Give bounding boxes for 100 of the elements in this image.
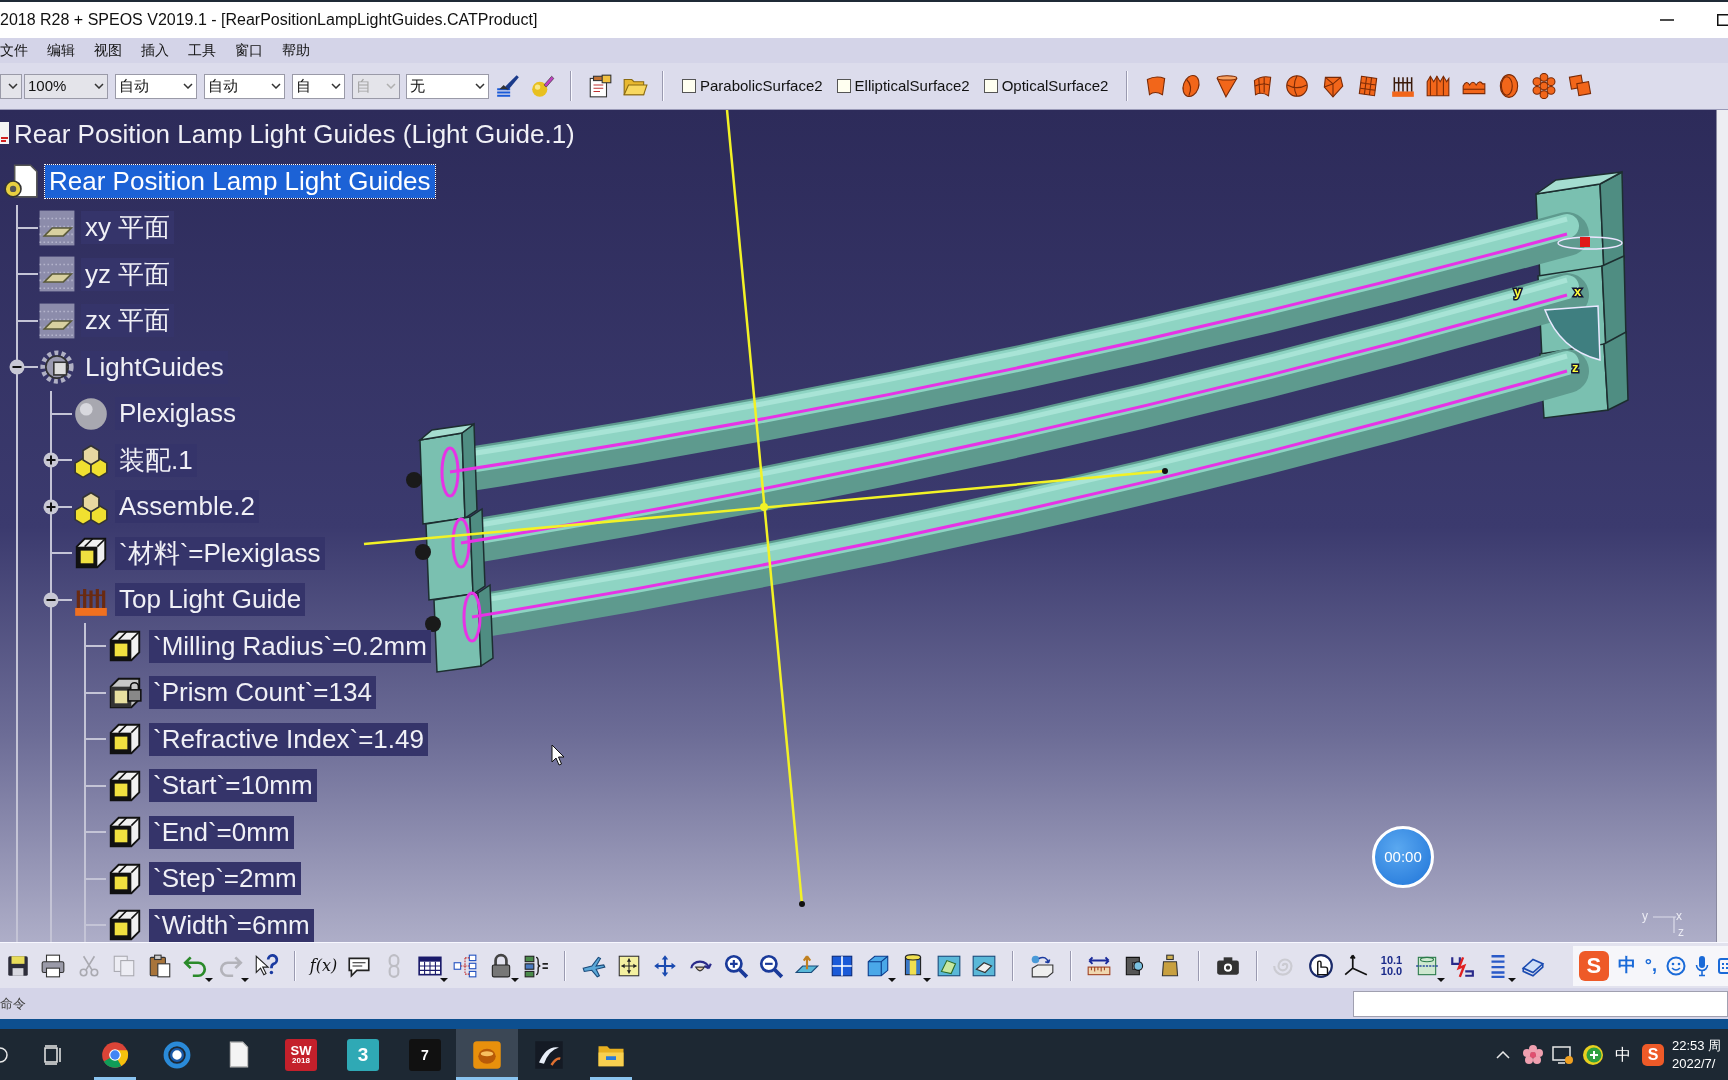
dropdown-field[interactable]: 无 xyxy=(406,73,489,99)
formula-button[interactable]: f(x) xyxy=(309,953,338,978)
profile-ellipse xyxy=(462,591,482,643)
overlapping-squares-icon[interactable] xyxy=(1566,73,1593,99)
taskbar-button[interactable]: SW 2018 xyxy=(270,1029,332,1080)
ring-app-icon xyxy=(163,1040,191,1069)
dropdown-field[interactable] xyxy=(0,73,22,99)
dropdown-caret-icon[interactable] xyxy=(475,83,485,89)
zoom-in-icon[interactable] xyxy=(722,952,749,979)
dropdown-field[interactable]: 自 xyxy=(292,73,345,99)
dropdown-caret-icon[interactable] xyxy=(94,83,104,89)
menu-item[interactable]: 工具 xyxy=(188,40,216,61)
smiley-icon[interactable] xyxy=(1666,955,1686,976)
3d-viewport[interactable] xyxy=(0,110,1716,942)
tree-item[interactable]: zx 平面 xyxy=(81,304,175,338)
punctuation-button[interactable]: °, xyxy=(1644,952,1657,979)
mouse-cursor-icon xyxy=(551,744,565,766)
dropdown-field[interactable]: 自动 xyxy=(115,73,197,99)
flower-icon[interactable] xyxy=(1523,1044,1543,1065)
checkbox-label[interactable]: EllipticalSurface2 xyxy=(854,74,970,98)
plane-icon[interactable] xyxy=(38,301,76,340)
ime-mode-button[interactable]: 中 xyxy=(1617,952,1636,979)
zoom-out-icon[interactable] xyxy=(758,952,785,979)
tree-toggle[interactable] xyxy=(43,498,59,515)
tree-item[interactable]: `Start`=10mm xyxy=(149,769,317,803)
tree-item[interactable]: `Refractive Index`=1.49 xyxy=(149,722,428,756)
checkbox-label[interactable]: ParabolicSurface2 xyxy=(700,74,823,98)
command-field[interactable] xyxy=(1353,990,1728,1017)
hand-circle-icon[interactable] xyxy=(1307,952,1334,979)
app-tile: SW 2018 xyxy=(285,1038,317,1071)
task-view-icon[interactable] xyxy=(43,1044,63,1065)
document-icon xyxy=(229,1041,249,1068)
tree-item[interactable]: `Step`=2mm xyxy=(149,862,301,896)
tree-item[interactable]: `End`=0mm xyxy=(149,815,294,849)
ridges-icon[interactable] xyxy=(1425,73,1452,99)
printer-icon[interactable] xyxy=(40,952,67,979)
checkbox-label[interactable]: OpticalSurface2 xyxy=(1001,74,1109,98)
axis-label: x xyxy=(1676,910,1682,922)
dropdown-caret-icon[interactable] xyxy=(923,977,931,982)
monitor-icon[interactable] xyxy=(1552,1044,1574,1065)
dropdown-caret-icon[interactable] xyxy=(887,977,896,982)
maximize-icon[interactable] xyxy=(1717,14,1728,26)
menu-item[interactable]: 文件 xyxy=(0,40,28,61)
menu-item[interactable]: 窗口 xyxy=(235,40,263,61)
menu-item[interactable]: 帮助 xyxy=(282,40,310,61)
dropdown-caret-icon[interactable] xyxy=(1507,977,1516,982)
tree-diagram-icon[interactable] xyxy=(452,952,479,979)
dropdown-field[interactable]: 自动 xyxy=(204,73,285,99)
tree-item[interactable]: `Milling Radius`=0.2mm xyxy=(149,629,431,663)
microphone-icon[interactable] xyxy=(1695,954,1709,977)
tree-item[interactable]: xy 平面 xyxy=(81,211,175,245)
profile-ellipse xyxy=(440,446,460,498)
search-icon[interactable] xyxy=(0,1046,8,1063)
tree-item[interactable]: Top Light Guide xyxy=(115,583,306,617)
flower-cluster-icon[interactable] xyxy=(1531,73,1558,99)
plus-circle-icon[interactable] xyxy=(1582,1043,1604,1066)
dropdown-caret-icon[interactable] xyxy=(1436,977,1445,982)
tree-item[interactable]: LightGuides xyxy=(81,350,228,384)
dropdown-caret-icon[interactable] xyxy=(331,83,341,89)
dropdown-field[interactable]: 100% xyxy=(24,73,108,99)
dropdown-caret-icon[interactable] xyxy=(205,977,213,982)
tree-toggle[interactable] xyxy=(43,452,59,469)
sphere-icon[interactable] xyxy=(1284,73,1311,99)
plane-icon[interactable] xyxy=(38,208,76,247)
gear-icon[interactable] xyxy=(38,348,76,387)
taskbar-button[interactable]: 7 xyxy=(394,1029,456,1080)
tree-item[interactable]: Rear Position Lamp Light Guides xyxy=(45,164,435,198)
axis-label: y xyxy=(1514,284,1522,299)
tree-toggle[interactable] xyxy=(9,359,25,376)
tree-item[interactable]: `Width`=6mm xyxy=(149,908,314,942)
tree-item[interactable]: 装配.1 xyxy=(115,443,197,477)
tree-item[interactable]: yz 平面 xyxy=(81,257,175,291)
axis-label: x xyxy=(1574,284,1582,299)
checkbox[interactable] xyxy=(682,79,696,93)
checkbox[interactable] xyxy=(983,79,998,93)
units-button[interactable]: 10.1 10.0 xyxy=(1380,954,1403,977)
keyboard-icon[interactable] xyxy=(1718,955,1728,976)
sphere-pen-icon[interactable] xyxy=(529,73,556,99)
menu-item[interactable]: 视图 xyxy=(94,40,122,61)
clock-date[interactable]: 2022/7/ xyxy=(1672,1054,1728,1073)
chevron-up-icon[interactable] xyxy=(1496,1050,1510,1059)
clock-time[interactable]: 22:53 周 xyxy=(1672,1036,1728,1055)
plane-icon[interactable] xyxy=(38,255,76,294)
tree-item[interactable]: Assemble.2 xyxy=(115,490,259,524)
dropdown-caret-icon[interactable] xyxy=(183,83,193,89)
dropdown-caret-icon[interactable] xyxy=(8,83,18,89)
tree-item[interactable]: `材料`=Plexiglass xyxy=(115,536,325,570)
ime-mode-button[interactable]: 中 xyxy=(1615,1042,1631,1067)
tree-item[interactable]: `Prism Count`=134 xyxy=(149,676,376,710)
tree-toggle[interactable] xyxy=(43,591,59,608)
dropdown-caret-icon[interactable] xyxy=(510,977,519,982)
tree-title: Rear Position Lamp Light Guides (Light Guide.1) xyxy=(14,117,575,151)
product-document-icon[interactable] xyxy=(2,162,40,201)
paint-brush-icon[interactable] xyxy=(494,73,521,99)
dropdown-caret-icon[interactable] xyxy=(439,977,448,982)
app-tile: 3 xyxy=(347,1038,379,1071)
dropdown-caret-icon[interactable] xyxy=(271,83,281,89)
menu-item[interactable]: 编辑 xyxy=(47,40,75,61)
checkbox[interactable] xyxy=(836,79,851,93)
menu-item[interactable]: 插入 xyxy=(141,40,169,61)
